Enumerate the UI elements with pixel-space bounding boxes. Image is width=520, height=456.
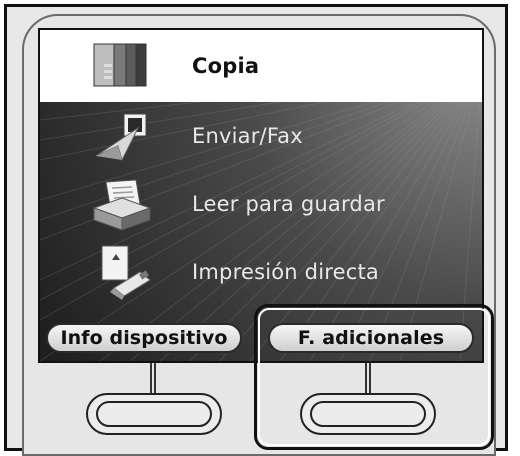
menu-item-label: Copia [192,54,260,78]
right-button-connector [365,363,371,397]
left-button-connector [150,363,156,397]
touch-screen: Copia Enviar/Fax Leer para guardar Impre… [38,28,484,363]
right-physical-button[interactable] [300,393,436,435]
send-fax-icon [95,113,147,162]
menu-item-scan-to-save[interactable]: Leer para guardar [40,170,482,238]
copy-icon [93,43,147,87]
device-info-softkey[interactable]: Info dispositivo [46,323,242,353]
scan-to-save-icon [92,179,152,231]
menu-item-copy[interactable]: Copia [40,30,482,102]
additional-functions-softkey[interactable]: F. adicionales [268,323,474,353]
menu-item-send-fax[interactable]: Enviar/Fax [40,102,482,170]
left-physical-button[interactable] [86,393,222,435]
direct-print-icon [101,245,151,300]
menu-item-label: Impresión directa [192,260,379,284]
menu-item-label: Enviar/Fax [192,124,303,148]
softkey-bar: Info dispositivo F. adicionales [40,318,482,361]
menu-item-label: Leer para guardar [192,192,385,216]
menu-item-direct-print[interactable]: Impresión directa [40,238,482,306]
